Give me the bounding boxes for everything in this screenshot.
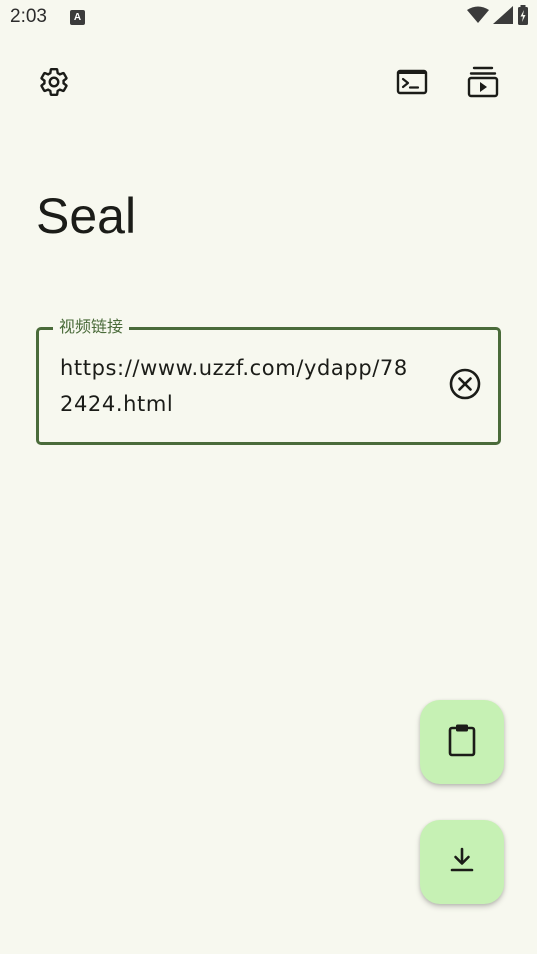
clipboard-icon [447,723,477,761]
download-queue-button[interactable] [459,60,507,108]
clear-url-button[interactable] [447,368,483,404]
video-url-label: 视频链接 [53,316,130,338]
download-fab[interactable] [420,820,504,904]
paste-fab[interactable] [420,700,504,784]
top-app-bar [0,60,537,108]
status-bar: 2:03 A [0,0,537,36]
video-url-field[interactable]: 视频链接 https://www.uzzf.com/ydapp/782424.h… [36,316,501,445]
terminal-button[interactable] [388,60,436,108]
terminal-icon [396,68,428,100]
gear-icon [38,66,70,102]
settings-button[interactable] [30,60,78,108]
clear-circle-icon [448,367,482,405]
video-url-input[interactable]: https://www.uzzf.com/ydapp/782424.html [60,350,415,422]
app-title: Seal [36,188,137,244]
signal-icon [493,6,513,28]
battery-icon [517,5,529,29]
notification-a-icon: A [70,10,85,25]
status-time: 2:03 [10,6,47,27]
wifi-icon [467,6,489,28]
status-indicators [467,5,529,29]
download-icon [448,846,476,878]
download-queue-icon [467,65,499,103]
